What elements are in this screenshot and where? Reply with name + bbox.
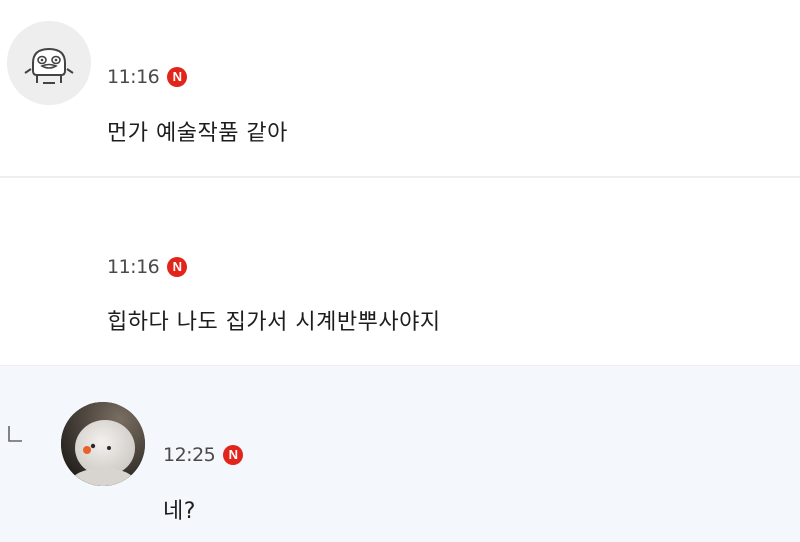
snowman-plush-icon — [61, 402, 145, 486]
reply-arrow-icon — [8, 426, 22, 442]
comment-text: 힙하다 나도 집가서 시계반뿌사야지 — [107, 310, 441, 335]
comment-time: 12:25 — [163, 444, 216, 466]
duck-character-icon — [7, 21, 91, 105]
comment-item: 11:16 N 먼가 예술작품 같아 — [0, 0, 800, 176]
comment-time: 11:16 — [107, 256, 160, 278]
comment-meta: 11:16 N — [107, 66, 188, 88]
reply-comment: 12:25 N 네? — [0, 366, 800, 542]
comment-time: 11:16 — [107, 66, 160, 88]
new-badge: N — [223, 445, 244, 465]
comment-item: 11:16 N 힙하다 나도 집가서 시계반뿌사야지 — [0, 178, 800, 365]
comment-text: 먼가 예술작품 같아 — [107, 121, 288, 146]
comment-meta: 11:16 N — [107, 256, 188, 278]
comment-meta: 12:25 N — [163, 444, 244, 466]
new-badge: N — [167, 67, 188, 87]
new-badge: N — [167, 257, 188, 277]
comment-text: 네? — [163, 499, 196, 524]
avatar[interactable] — [61, 402, 145, 486]
avatar[interactable] — [7, 21, 91, 105]
